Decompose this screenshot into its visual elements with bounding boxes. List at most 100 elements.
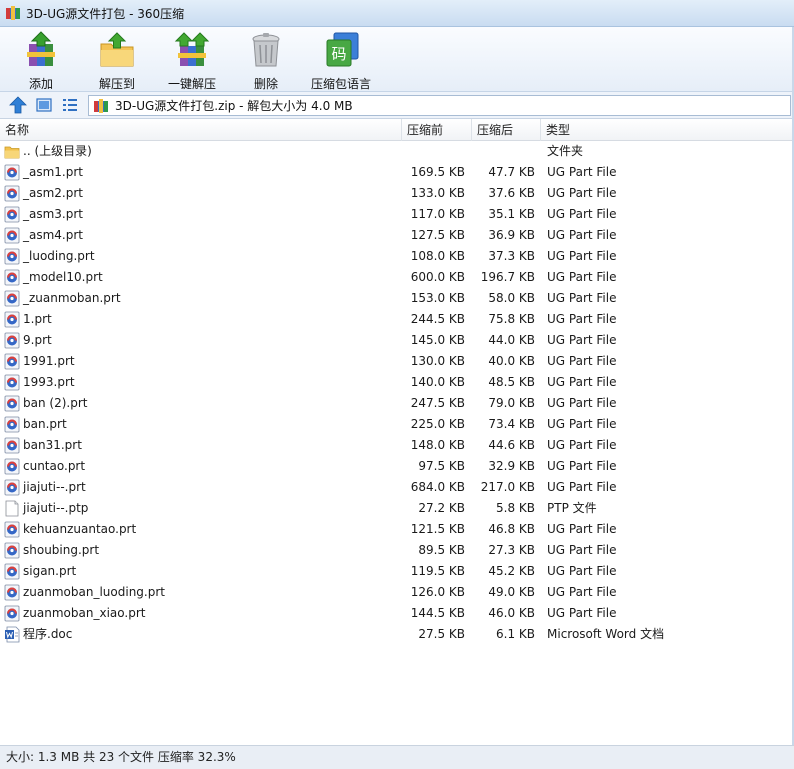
file-size-before: 148.0 KB <box>410 438 465 452</box>
delete-label: 删除 <box>253 77 278 91</box>
file-name: 1991.prt <box>23 354 75 368</box>
file-row[interactable]: .. (上级目录) 文件夹 <box>0 141 794 162</box>
file-size-after: 73.4 KB <box>488 417 535 431</box>
file-row[interactable]: _asm2.prt 133.0 KB 37.6 KB UG Part File <box>0 183 794 204</box>
file-type: UG Part File <box>547 564 617 578</box>
large-icon-view-icon[interactable] <box>35 96 53 114</box>
file-row[interactable]: _model10.prt 600.0 KB 196.7 KB UG Part File <box>0 267 794 288</box>
archive-language-label: 压缩包语言 <box>310 77 371 91</box>
file-row[interactable]: ban.prt 225.0 KB 73.4 KB UG Part File <box>0 414 794 435</box>
file-row[interactable]: cuntao.prt 97.5 KB 32.9 KB UG Part File <box>0 456 794 477</box>
file-type: UG Part File <box>547 354 617 368</box>
status-bar: 大小: 1.3 MB 共 23 个文件 压缩率 32.3% <box>0 745 794 769</box>
address-bar: 3D-UG源文件打包.zip - 解包大小为 4.0 MB <box>0 92 794 119</box>
file-size-before: 144.5 KB <box>410 606 465 620</box>
file-row[interactable]: 1.prt 244.5 KB 75.8 KB UG Part File <box>0 309 794 330</box>
file-row[interactable]: sigan.prt 119.5 KB 45.2 KB UG Part File <box>0 561 794 582</box>
file-size-after: 27.3 KB <box>488 543 535 557</box>
file-name: zuanmoban_luoding.prt <box>23 585 165 599</box>
file-row[interactable]: 1991.prt 130.0 KB 40.0 KB UG Part File <box>0 351 794 372</box>
file-name: ban (2).prt <box>23 396 88 410</box>
archive-language-button[interactable]: 码 压缩包语言 <box>308 30 374 91</box>
file-type: UG Part File <box>547 396 617 410</box>
file-row[interactable]: ban31.prt 148.0 KB 44.6 KB UG Part File <box>0 435 794 456</box>
file-name: zuanmoban_xiao.prt <box>23 606 146 620</box>
word-doc-icon <box>4 626 20 643</box>
file-row[interactable]: _asm1.prt 169.5 KB 47.7 KB UG Part File <box>0 162 794 183</box>
file-row[interactable]: 程序.doc 27.5 KB 6.1 KB Microsoft Word 文档 <box>0 624 794 645</box>
file-row[interactable]: ban (2).prt 247.5 KB 79.0 KB UG Part File <box>0 393 794 414</box>
file-name: 9.prt <box>23 333 52 347</box>
add-label: 添加 <box>28 77 53 91</box>
file-row[interactable]: zuanmoban_luoding.prt 126.0 KB 49.0 KB UG P… <box>0 582 794 603</box>
file-name: shoubing.prt <box>23 543 100 557</box>
path-field[interactable]: 3D-UG源文件打包.zip - 解包大小为 4.0 MB <box>88 95 791 116</box>
one-click-extract-icon <box>174 32 210 66</box>
file-row[interactable]: _zuanmoban.prt 153.0 KB 58.0 KB UG Part Fil… <box>0 288 794 309</box>
file-row[interactable]: _luoding.prt 108.0 KB 37.3 KB UG Part File <box>0 246 794 267</box>
file-size-before: 247.5 KB <box>410 396 465 410</box>
delete-button[interactable]: 删除 <box>244 30 288 91</box>
file-name: jiajuti--.ptp <box>23 501 89 515</box>
file-size-before: 97.5 KB <box>418 459 465 473</box>
ug-part-icon <box>4 269 20 286</box>
file-row[interactable]: 9.prt 145.0 KB 44.0 KB UG Part File <box>0 330 794 351</box>
file-size-after: 48.5 KB <box>488 375 535 389</box>
file-name: jiajuti--.prt <box>23 480 86 494</box>
file-type: UG Part File <box>547 543 617 557</box>
file-size-before <box>405 141 465 162</box>
file-type: UG Part File <box>547 333 617 347</box>
ug-part-icon <box>4 353 20 370</box>
window-title: 3D-UG源文件打包 - 360压缩 <box>26 6 185 21</box>
file-name: ban.prt <box>23 417 67 431</box>
file-size-after: 196.7 KB <box>480 270 535 284</box>
ug-part-icon <box>4 185 20 202</box>
up-arrow-icon[interactable] <box>9 96 27 114</box>
file-row[interactable]: _asm4.prt 127.5 KB 36.9 KB UG Part File <box>0 225 794 246</box>
column-after[interactable]: 压缩后 <box>472 119 541 141</box>
file-size-before: 153.0 KB <box>410 291 465 305</box>
column-before[interactable]: 压缩前 <box>402 119 472 141</box>
file-size-after: 79.0 KB <box>488 396 535 410</box>
column-name[interactable]: 名称 <box>0 119 402 141</box>
file-row[interactable]: zuanmoban_xiao.prt 144.5 KB 46.0 KB UG Part… <box>0 603 794 624</box>
file-name: _luoding.prt <box>23 249 95 263</box>
file-size-before: 684.0 KB <box>410 480 465 494</box>
file-size-after: 46.0 KB <box>488 606 535 620</box>
ug-part-icon <box>4 437 20 454</box>
one-click-extract-button[interactable]: 一键解压 <box>164 30 220 91</box>
file-size-after: 40.0 KB <box>488 354 535 368</box>
ug-part-icon <box>4 374 20 391</box>
extract-to-button[interactable]: 解压到 <box>92 30 142 91</box>
ug-part-icon <box>4 605 20 622</box>
language-code-icon: 码 <box>326 32 359 67</box>
add-button[interactable]: 添加 <box>16 30 66 91</box>
file-type: UG Part File <box>547 522 617 536</box>
file-type: UG Part File <box>547 480 617 494</box>
file-row[interactable]: kehuanzuantao.prt 121.5 KB 46.8 KB UG Part … <box>0 519 794 540</box>
file-type: UG Part File <box>547 438 617 452</box>
file-name: sigan.prt <box>23 564 77 578</box>
ug-part-icon <box>4 458 20 475</box>
file-size-after: 44.0 KB <box>488 333 535 347</box>
file-row[interactable]: shoubing.prt 89.5 KB 27.3 KB UG Part File <box>0 540 794 561</box>
file-size-after: 217.0 KB <box>480 480 535 494</box>
file-row[interactable]: jiajuti--.prt 684.0 KB 217.0 KB UG Part Fil… <box>0 477 794 498</box>
file-size-after: 35.1 KB <box>488 207 535 221</box>
list-view-icon[interactable] <box>61 96 79 114</box>
file-row[interactable]: jiajuti--.ptp 27.2 KB 5.8 KB PTP 文件 <box>0 498 794 519</box>
file-size-before: 600.0 KB <box>410 270 465 284</box>
status-text: 大小: 1.3 MB 共 23 个文件 压缩率 32.3% <box>6 750 236 764</box>
ug-part-icon <box>4 290 20 307</box>
file-row[interactable]: _asm3.prt 117.0 KB 35.1 KB UG Part File <box>0 204 794 225</box>
file-name: _model10.prt <box>23 270 103 284</box>
file-size-after: 5.8 KB <box>496 501 535 515</box>
file-size-after <box>476 141 535 162</box>
zip-archive-icon <box>94 98 108 113</box>
file-row[interactable]: 1993.prt 140.0 KB 48.5 KB UG Part File <box>0 372 794 393</box>
ug-part-icon <box>4 311 20 328</box>
ug-part-icon <box>4 563 20 580</box>
file-name: _zuanmoban.prt <box>23 291 121 305</box>
file-size-before: 244.5 KB <box>410 312 465 326</box>
column-type[interactable]: 类型 <box>541 119 794 141</box>
